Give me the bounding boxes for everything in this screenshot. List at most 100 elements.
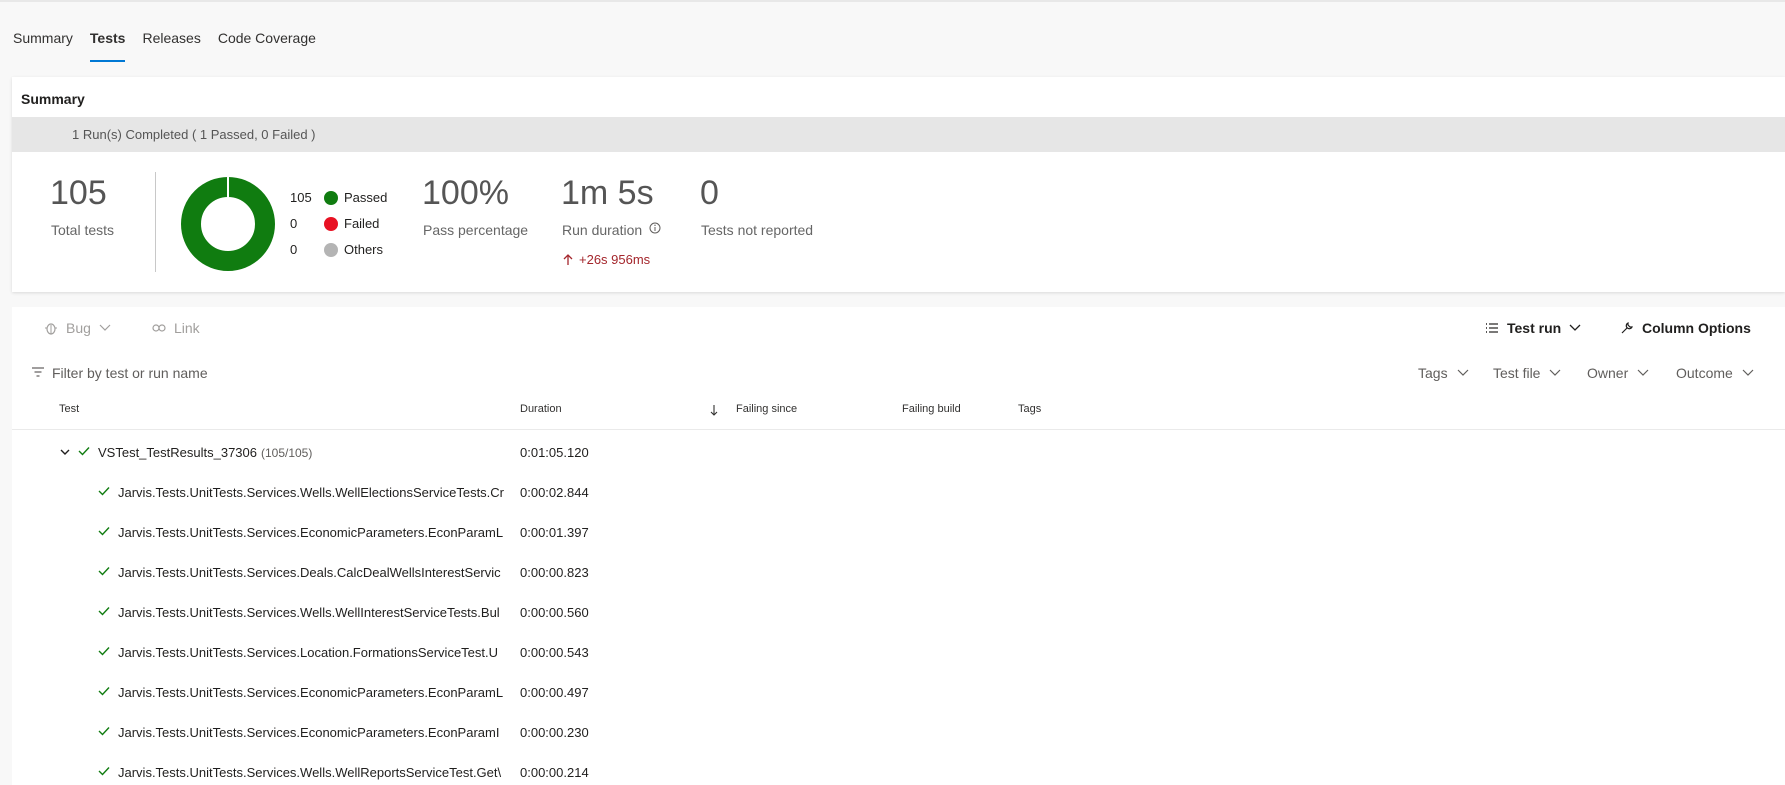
column-options-label: Column Options [1642,320,1751,336]
filter-row: Tags Test file Owner Outcome [12,353,1785,393]
run-group-name: VSTest_TestResults_37306 (105/105) [98,445,312,460]
test-name: Jarvis.Tests.UnitTests.Services.Deals.Ca… [118,565,501,580]
sort-descending-icon[interactable] [710,405,718,416]
not-reported-label: Tests not reported [701,222,814,238]
chevron-down-icon[interactable] [60,449,70,456]
stat-divider [155,172,156,272]
tab-tests[interactable]: Tests [89,22,125,62]
wrench-icon [1621,322,1633,334]
passed-check-icon [78,447,90,456]
passed-check-icon [98,647,110,656]
passed-check-icon [98,687,110,696]
legend-others-label: Others [344,242,384,257]
legend-failed: 0 Failed [290,216,379,231]
tab-summary[interactable]: Summary [13,22,73,62]
test-file-filter-dropdown[interactable]: Test file [1493,365,1561,381]
link-icon [152,324,166,332]
test-results-panel: Bug Link Test run Column Options Filter … [12,307,1785,785]
run-group-label: VSTest_TestResults_37306 [98,445,257,460]
test-duration: 0:00:00.214 [520,765,589,780]
passed-check-icon [98,767,110,776]
legend-others: 0 Others [290,242,383,257]
test-duration: 0:00:02.844 [520,485,589,500]
link-label: Link [174,320,200,336]
table-row[interactable]: Jarvis.Tests.UnitTests.Services.Economic… [12,673,1785,713]
list-icon [1486,323,1498,333]
chevron-down-icon [1637,369,1649,376]
passed-check-icon [98,567,110,576]
not-reported-value: 0 [700,174,719,212]
test-name: Jarvis.Tests.UnitTests.Services.Economic… [118,685,504,700]
test-name: Jarvis.Tests.UnitTests.Services.Wells.We… [118,485,504,500]
owner-filter-label: Owner [1587,365,1629,381]
passed-check-icon [98,487,110,496]
tab-releases[interactable]: Releases [142,22,200,62]
tab-code-coverage[interactable]: Code Coverage [218,22,316,62]
run-duration-delta: +26s 956ms [563,252,650,267]
chevron-down-icon [99,324,111,331]
test-duration: 0:00:00.543 [520,645,589,660]
others-dot-icon [324,242,338,257]
test-name: Jarvis.Tests.UnitTests.Services.Economic… [118,725,500,740]
chevron-down-icon [1457,369,1469,376]
test-name: Jarvis.Tests.UnitTests.Services.Economic… [118,525,504,540]
page-tabs: Summary Tests Releases Code Coverage [0,22,333,62]
info-icon[interactable] [649,222,661,234]
chevron-down-icon [1550,369,1561,376]
table-row[interactable]: Jarvis.Tests.UnitTests.Services.Wells.We… [12,593,1785,633]
summary-title: Summary [21,91,85,107]
filter-icon [32,367,44,377]
run-duration-delta-text: +26s 956ms [579,252,651,267]
legend-passed-count: 105 [290,190,312,205]
test-duration: 0:00:00.560 [520,605,589,620]
test-duration: 0:00:00.497 [520,685,589,700]
bug-button[interactable]: Bug [44,320,111,336]
legend-passed: 105 Passed [290,190,387,205]
column-header-test[interactable]: Test [59,403,79,415]
legend-failed-count: 0 [290,216,298,231]
table-row[interactable]: Jarvis.Tests.UnitTests.Services.Economic… [12,713,1785,753]
legend-failed-label: Failed [344,216,380,231]
chevron-down-icon [1742,369,1754,376]
arrow-up-icon [563,253,573,265]
column-header-failing-since[interactable]: Failing since [736,403,797,415]
owner-filter-dropdown[interactable]: Owner [1587,365,1649,381]
test-run-button[interactable]: Test run [1485,320,1581,336]
top-divider [0,0,1785,2]
tags-filter-dropdown[interactable]: Tags [1418,365,1469,381]
pass-percentage-value: 100% [422,174,509,212]
outcome-filter-dropdown[interactable]: Outcome [1676,365,1754,381]
run-duration-value: 1m 5s [561,174,654,212]
run-group-row[interactable]: VSTest_TestResults_37306 (105/105) 0:01:0… [12,433,1785,473]
pass-percentage-label: Pass percentage [423,222,529,238]
column-header-failing-build[interactable]: Failing build [902,403,961,415]
test-duration: 0:00:00.823 [520,565,589,580]
test-name: Jarvis.Tests.UnitTests.Services.Wells.We… [118,605,500,620]
test-file-filter-label: Test file [1493,365,1541,381]
chevron-down-icon [1569,324,1581,331]
run-duration-label: Run duration [562,222,643,238]
link-button[interactable]: Link [152,320,200,336]
bug-icon [45,323,57,335]
legend-passed-label: Passed [344,190,388,205]
run-group-duration: 0:01:05.120 [520,445,589,460]
passed-dot-icon [324,190,338,205]
table-row[interactable]: Jarvis.Tests.UnitTests.Services.Economic… [12,513,1785,553]
tags-filter-label: Tags [1418,365,1448,381]
passed-check-icon [98,727,110,736]
header-divider [12,429,1785,430]
passed-check-icon [98,607,110,616]
run-status-text: 1 Run(s) Completed ( 1 Passed, 0 Failed … [72,127,316,142]
total-tests-value: 105 [50,174,107,212]
table-row[interactable]: Jarvis.Tests.UnitTests.Services.Location… [12,633,1785,673]
table-row[interactable]: Jarvis.Tests.UnitTests.Services.Wells.We… [12,753,1785,785]
column-options-button[interactable]: Column Options [1620,320,1751,336]
run-group-count: (105/105) [260,446,313,460]
table-row[interactable]: Jarvis.Tests.UnitTests.Services.Wells.We… [12,473,1785,513]
test-name: Jarvis.Tests.UnitTests.Services.Location… [118,645,499,660]
filter-input[interactable] [52,361,752,385]
table-row[interactable]: Jarvis.Tests.UnitTests.Services.Deals.Ca… [12,553,1785,593]
legend-others-count: 0 [290,242,298,257]
column-header-tags[interactable]: Tags [1018,403,1041,415]
column-header-duration[interactable]: Duration [520,403,562,415]
